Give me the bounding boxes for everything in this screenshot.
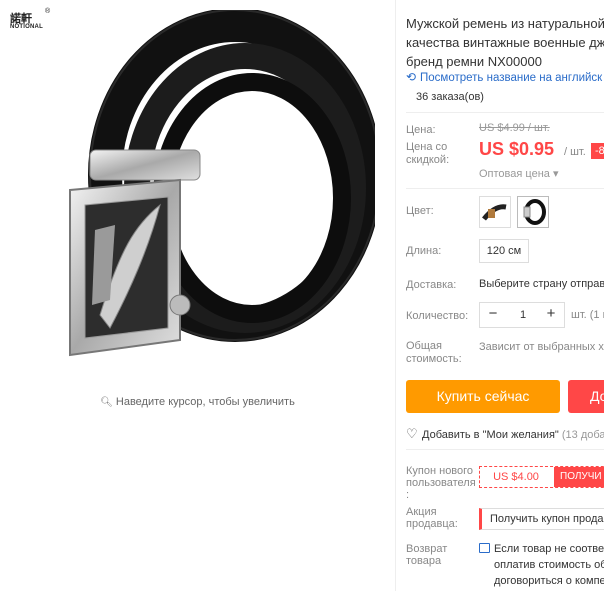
price-unit: / шт. (564, 146, 586, 158)
shipping-label: Доставка: (406, 279, 457, 291)
wholesale-price-toggle[interactable]: Оптовая цена ▾ (479, 167, 558, 180)
quantity-unit: шт. (1 ш (571, 309, 604, 321)
color-swatch-2[interactable] (517, 196, 549, 228)
title-line-1: Мужской ремень из натуральной (406, 16, 604, 31)
wishlist-link[interactable]: ♡ Добавить в "Мои желания" (13 добав (406, 426, 604, 442)
color-swatch-1[interactable] (479, 196, 511, 228)
seller-coupon-button[interactable]: Получить купон продав (479, 508, 604, 530)
quantity-input[interactable]: 1 (508, 303, 538, 327)
discount-badge: -8 (591, 143, 604, 159)
color-swatch-1-image (482, 204, 507, 221)
old-price: US $4.99 / шт. (479, 122, 550, 134)
quantity-stepper: − 1 + (479, 302, 565, 328)
title-line-3: бренд ремни NX00000 (406, 54, 542, 69)
divider (395, 0, 396, 591)
search-icon: 🔍︎ (100, 397, 113, 408)
quantity-label: Количество: (406, 310, 469, 322)
get-coupon-button[interactable]: ПОЛУЧИ (554, 467, 604, 487)
total-value: Зависит от выбранных хар (479, 341, 604, 353)
return-line-1: Если товар не соответ (494, 543, 604, 555)
length-option[interactable]: 120 см (479, 239, 529, 263)
separator (406, 188, 604, 189)
length-label: Длина: (406, 245, 442, 257)
price-label: Цена: (406, 124, 436, 136)
zoom-hint-text: Наведите курсор, чтобы увеличить (115, 396, 295, 408)
separator (406, 112, 604, 113)
wishlist-text: Добавить в "Мои желания" (422, 429, 559, 441)
coupon-amount: US $4.00 (493, 471, 539, 483)
title-line-2: качества винтажные военные дж (406, 35, 604, 50)
color-label: Цвет: (406, 205, 434, 217)
return-policy-text: Если товар не соответ оплатив стоимость … (494, 541, 604, 589)
translate-link[interactable]: ⟲ Посмотреть название на английск (406, 70, 602, 84)
translate-icon: ⟲ (406, 70, 417, 84)
return-line-2: оплатив стоимость об (494, 559, 604, 571)
new-user-coupon: US $4.00 ПОЛУЧИ (479, 466, 604, 488)
separator (406, 449, 604, 450)
total-label: Общая стоимость: (406, 340, 462, 365)
return-label: Возврат товара (406, 543, 448, 567)
zoom-hint: 🔍︎ Наведите курсор, чтобы увеличить (0, 396, 395, 408)
product-gallery: 諾軒 ® NOTIONAL 🔍︎ Наведите курсор, чтобы у… (0, 0, 395, 591)
wishlist-count: (13 добав (561, 429, 604, 441)
shipping-country-select[interactable]: Выберите страну отправк (479, 278, 604, 290)
new-user-coupon-label: Купон нового пользователя : (406, 465, 476, 501)
product-title: Мужской ремень из натуральной качества в… (406, 14, 604, 71)
product-info: Мужской ремень из натуральной качества в… (406, 0, 604, 591)
return-line-3: договориться о компе (494, 575, 604, 587)
color-swatch-2-image (523, 199, 546, 225)
translate-link-text: Посмотреть название на английск (420, 72, 603, 84)
add-to-cart-button[interactable]: До (568, 380, 604, 413)
discount-price: US $0.95 (479, 139, 555, 159)
plus-icon[interactable]: + (540, 303, 562, 327)
seller-promo-label: Акция продавца: (406, 506, 458, 530)
product-image[interactable] (30, 10, 375, 380)
heart-icon: ♡ (406, 426, 418, 441)
return-icon (479, 543, 490, 553)
orders-count: 36 заказа(ов) (416, 91, 484, 103)
discount-price-label: Цена со скидкой: (406, 141, 450, 166)
buy-now-button[interactable]: Купить сейчас (406, 380, 560, 413)
minus-icon[interactable]: − (482, 303, 504, 327)
